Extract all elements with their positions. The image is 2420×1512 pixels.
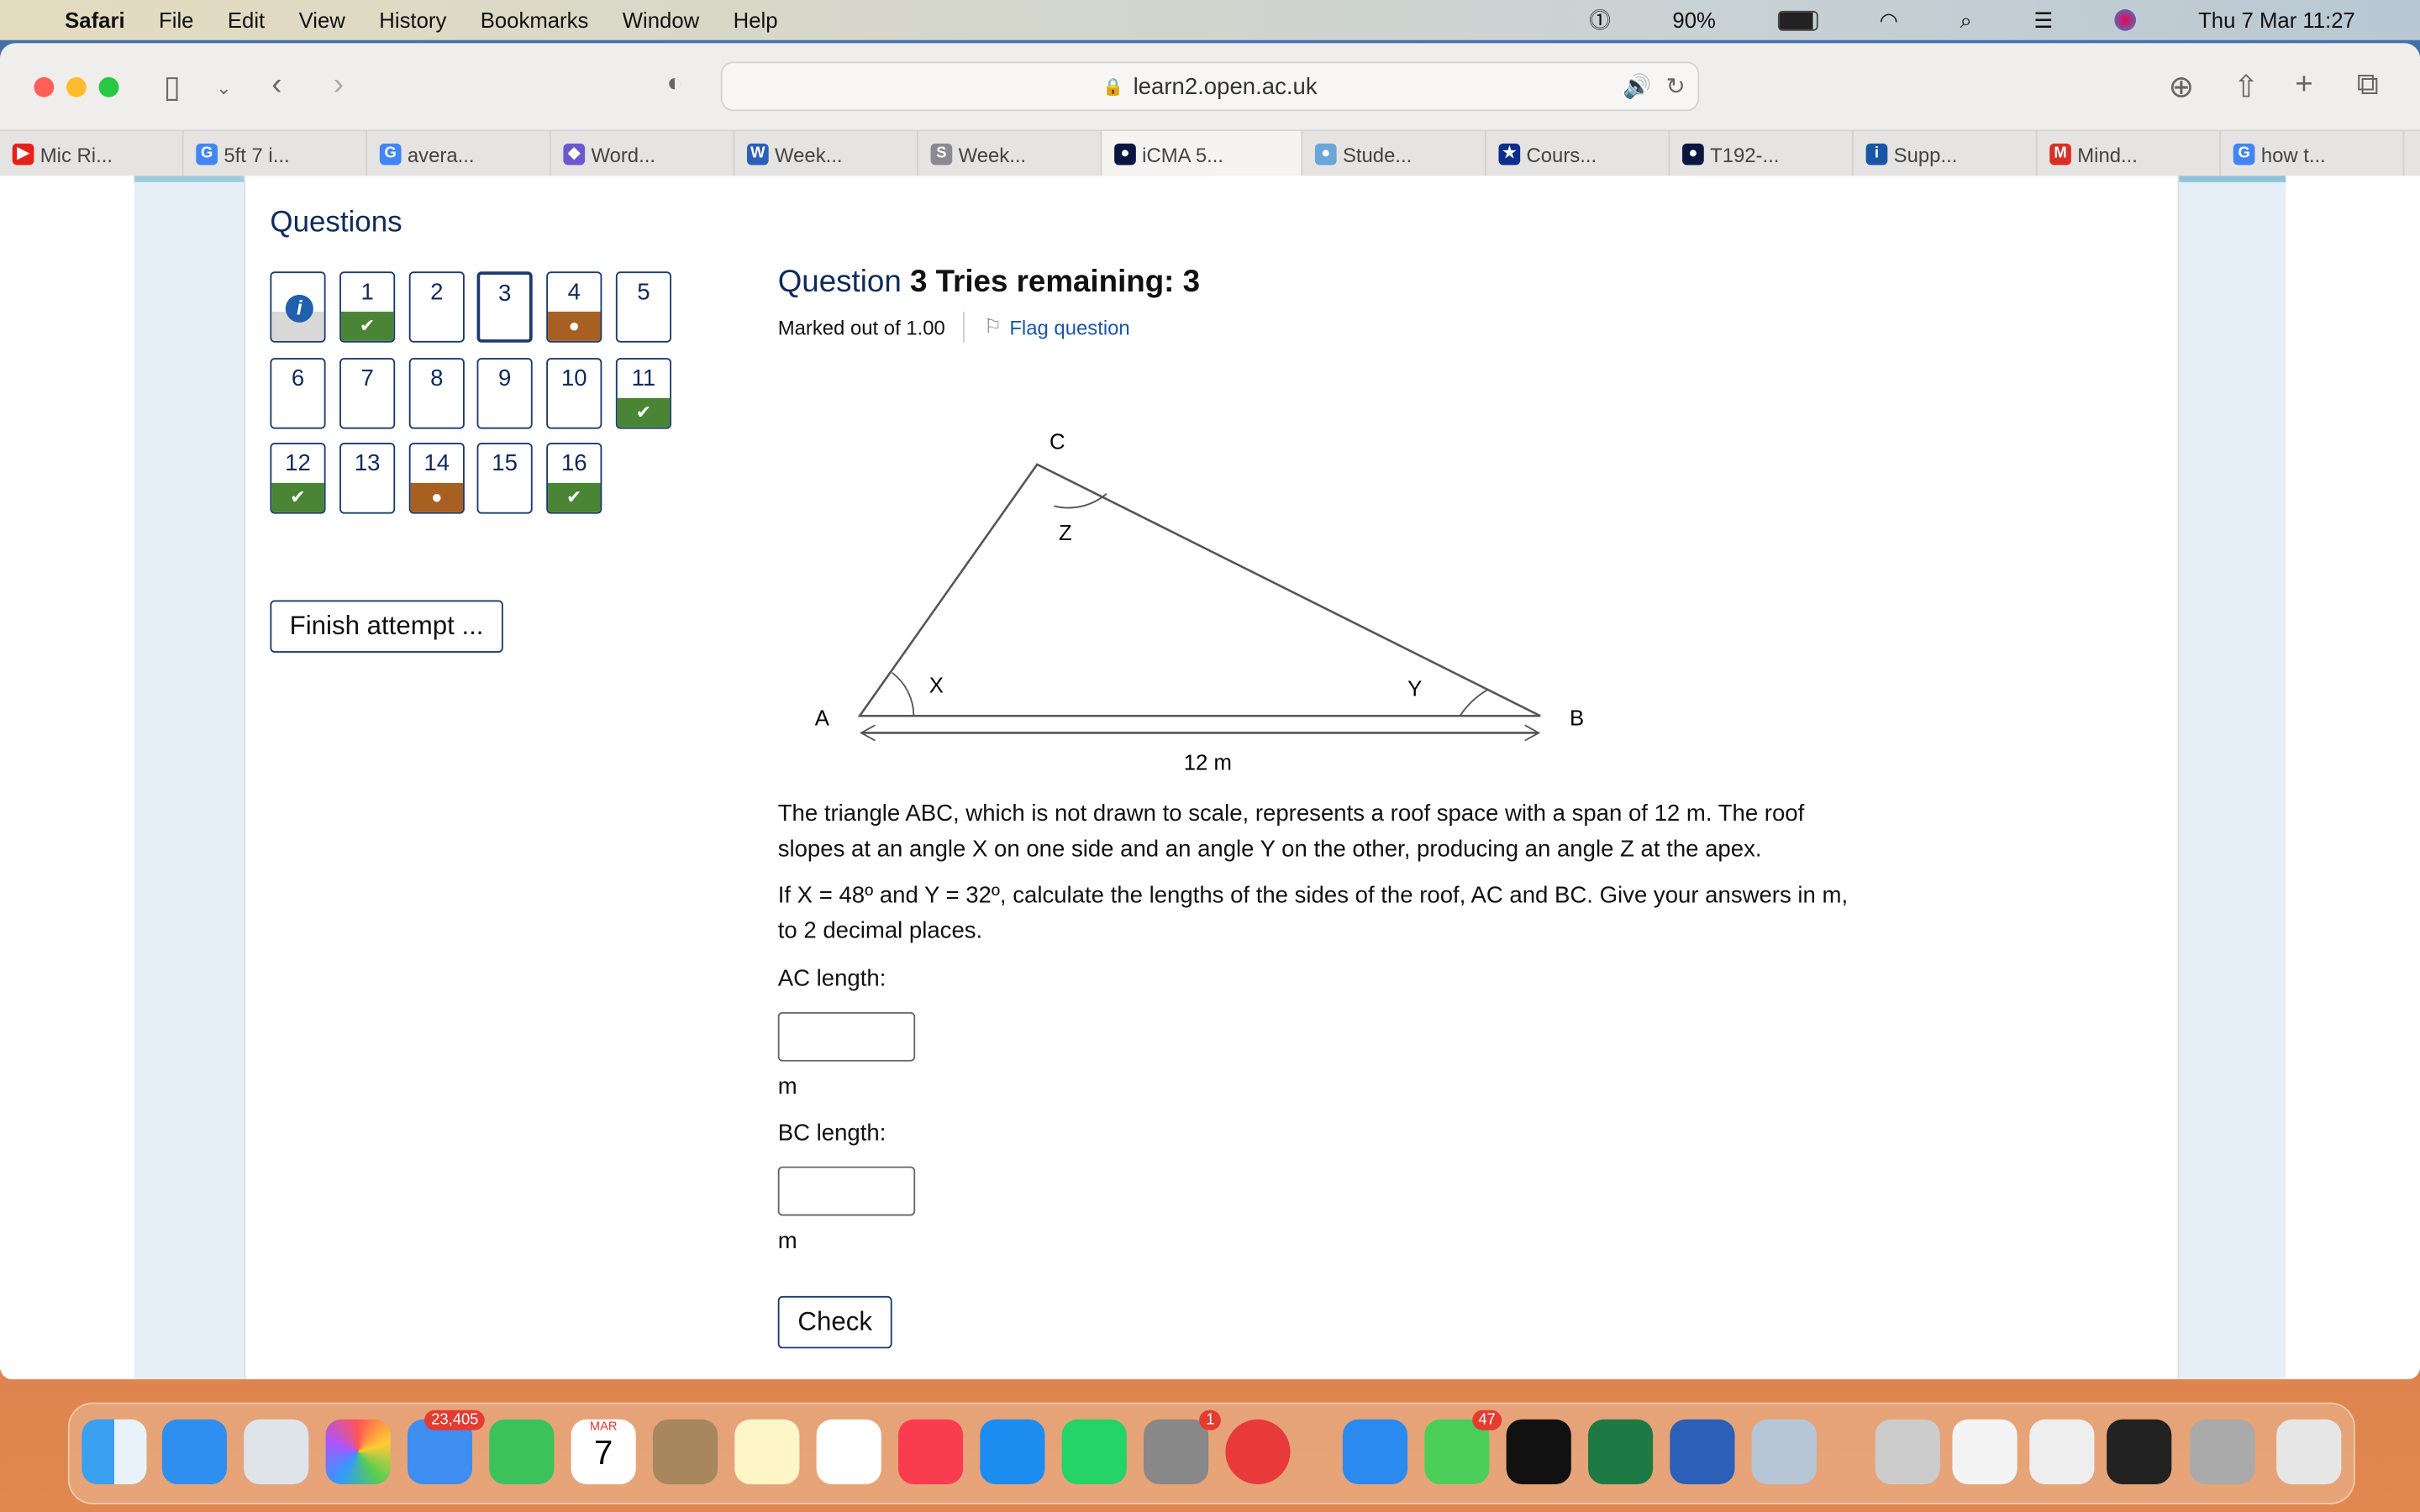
mail-client-icon[interactable] bbox=[1225, 1419, 1291, 1484]
launchpad-icon[interactable] bbox=[244, 1419, 309, 1484]
mail-icon[interactable]: 23,405 bbox=[407, 1410, 485, 1484]
favicon-icon: G bbox=[2233, 143, 2255, 165]
bc-label: BC length: bbox=[777, 1120, 886, 1147]
label-c: C bbox=[1050, 430, 1065, 454]
angle-x-arc bbox=[892, 672, 915, 717]
ac-length-input[interactable] bbox=[777, 1011, 916, 1062]
label-x: X bbox=[929, 675, 944, 698]
recent-document-4[interactable] bbox=[2107, 1419, 2172, 1484]
bc-length-input[interactable] bbox=[777, 1166, 916, 1216]
bc-unit: m bbox=[777, 1228, 797, 1255]
calendar-icon[interactable]: MAR 7 bbox=[571, 1419, 636, 1484]
menu-view[interactable]: View bbox=[299, 8, 345, 32]
activity-monitor-icon[interactable] bbox=[1506, 1419, 1571, 1484]
mail-badge: 23,405 bbox=[424, 1410, 485, 1431]
control-center-icon[interactable]: ☰ bbox=[2033, 7, 2053, 33]
system-settings-icon[interactable]: 1 bbox=[1144, 1410, 1221, 1484]
menu-history[interactable]: History bbox=[379, 8, 446, 32]
info-icon: i bbox=[285, 294, 313, 323]
quiz-page: Questions i 1 ✔ 2 3 4 ● 5 6 7 8 9 10 11 ✔ 12 ✔ 13 14 ● 15 16… bbox=[0, 176, 2420, 1380]
facetime-icon[interactable] bbox=[489, 1419, 555, 1484]
downloads-icon[interactable]: ⊕ bbox=[2169, 68, 2195, 107]
menu-window[interactable]: Window bbox=[623, 8, 699, 32]
music-icon[interactable] bbox=[897, 1419, 964, 1484]
recent-document-2[interactable] bbox=[1952, 1419, 2018, 1484]
safari-window: ▯ ⌄ ‹ › ◐ 🔒 learn2.open.ac.uk 🔊 ↻ ⊕ ⇧ + … bbox=[0, 43, 2420, 1380]
angle-y-arc bbox=[1459, 689, 1489, 717]
dock: 23,405 MAR 7 1 47 bbox=[67, 1402, 2355, 1504]
menu-help[interactable]: Help bbox=[734, 8, 778, 32]
question-text-2: If X = 48º and Y = 32º, calculate the le… bbox=[777, 882, 1849, 945]
battery-percent: 90% bbox=[1672, 8, 1716, 33]
share-icon[interactable]: ⇧ bbox=[2233, 68, 2260, 107]
wifi-icon[interactable]: ◠ bbox=[1880, 7, 1898, 33]
menu-file[interactable]: File bbox=[159, 8, 193, 32]
ac-unit: m bbox=[777, 1074, 797, 1100]
menu-bookmarks[interactable]: Bookmarks bbox=[481, 8, 589, 32]
favicon-icon: i bbox=[1865, 143, 1888, 165]
accessibility-icon[interactable]: ⓵ bbox=[1589, 5, 1611, 36]
datetime[interactable]: Thu 7 Mar 11:27 bbox=[2198, 8, 2355, 32]
label-z: Z bbox=[1059, 522, 1072, 545]
question-text-1: The triangle ABC, which is not drawn to … bbox=[777, 801, 1805, 863]
search-icon[interactable]: ⌕ bbox=[1960, 7, 1971, 33]
app-store-icon[interactable] bbox=[980, 1419, 1045, 1484]
tab-10[interactable]: i Supp... bbox=[1854, 131, 2038, 178]
tab-label: Mind... bbox=[2077, 142, 2138, 166]
preview-icon[interactable] bbox=[1751, 1419, 1817, 1484]
excel-icon[interactable] bbox=[1588, 1419, 1654, 1484]
recent-document-3[interactable] bbox=[2029, 1419, 2095, 1484]
messages-badge: 47 bbox=[1472, 1410, 1502, 1431]
recent-document-1[interactable] bbox=[1875, 1419, 1940, 1484]
tab-overview-icon[interactable]: ⧉ bbox=[2357, 68, 2379, 103]
settings-badge: 1 bbox=[1199, 1410, 1221, 1431]
new-tab-icon[interactable]: + bbox=[2295, 68, 2312, 103]
notes-icon[interactable] bbox=[734, 1419, 800, 1484]
siri-icon[interactable] bbox=[2114, 9, 2137, 31]
label-y: Y bbox=[1407, 677, 1422, 701]
bluetooth-icon[interactable] bbox=[1342, 1419, 1408, 1484]
label-b: B bbox=[1570, 706, 1584, 730]
tab-label: Supp... bbox=[1893, 142, 1958, 166]
label-span: 12 m bbox=[1184, 752, 1232, 775]
tab-12[interactable]: Ghow t... bbox=[2221, 131, 2405, 178]
tab-label: T192-... bbox=[1710, 142, 1780, 166]
triangle-abc bbox=[857, 463, 1541, 717]
label-a: A bbox=[815, 706, 830, 730]
freeform-icon[interactable] bbox=[816, 1419, 881, 1484]
finder-icon[interactable] bbox=[82, 1419, 147, 1484]
favicon-icon: M bbox=[2049, 143, 2071, 165]
messages-icon[interactable]: 47 bbox=[1424, 1410, 1502, 1484]
menu-edit[interactable]: Edit bbox=[228, 8, 265, 32]
trash-icon[interactable] bbox=[2276, 1419, 2342, 1484]
tab-label: how t... bbox=[2260, 142, 2326, 166]
contacts-icon[interactable] bbox=[652, 1419, 718, 1484]
photos-icon[interactable] bbox=[325, 1419, 391, 1484]
word-icon[interactable] bbox=[1670, 1419, 1735, 1484]
check-button[interactable]: Check bbox=[777, 1295, 892, 1349]
whatsapp-icon[interactable] bbox=[1061, 1419, 1127, 1484]
calendar-month: MAR bbox=[589, 1419, 618, 1434]
menu-bar: Safari File Edit View History Bookmarks … bbox=[0, 0, 2420, 40]
ac-label: AC length: bbox=[777, 965, 886, 993]
battery-icon[interactable] bbox=[1777, 9, 1818, 30]
menu-app[interactable]: Safari bbox=[65, 8, 124, 32]
safari-icon[interactable] bbox=[161, 1419, 228, 1484]
calendar-day: 7 bbox=[593, 1433, 613, 1473]
recent-document-5[interactable] bbox=[2190, 1419, 2255, 1484]
tab-11[interactable]: M Mind... bbox=[2037, 131, 2222, 178]
